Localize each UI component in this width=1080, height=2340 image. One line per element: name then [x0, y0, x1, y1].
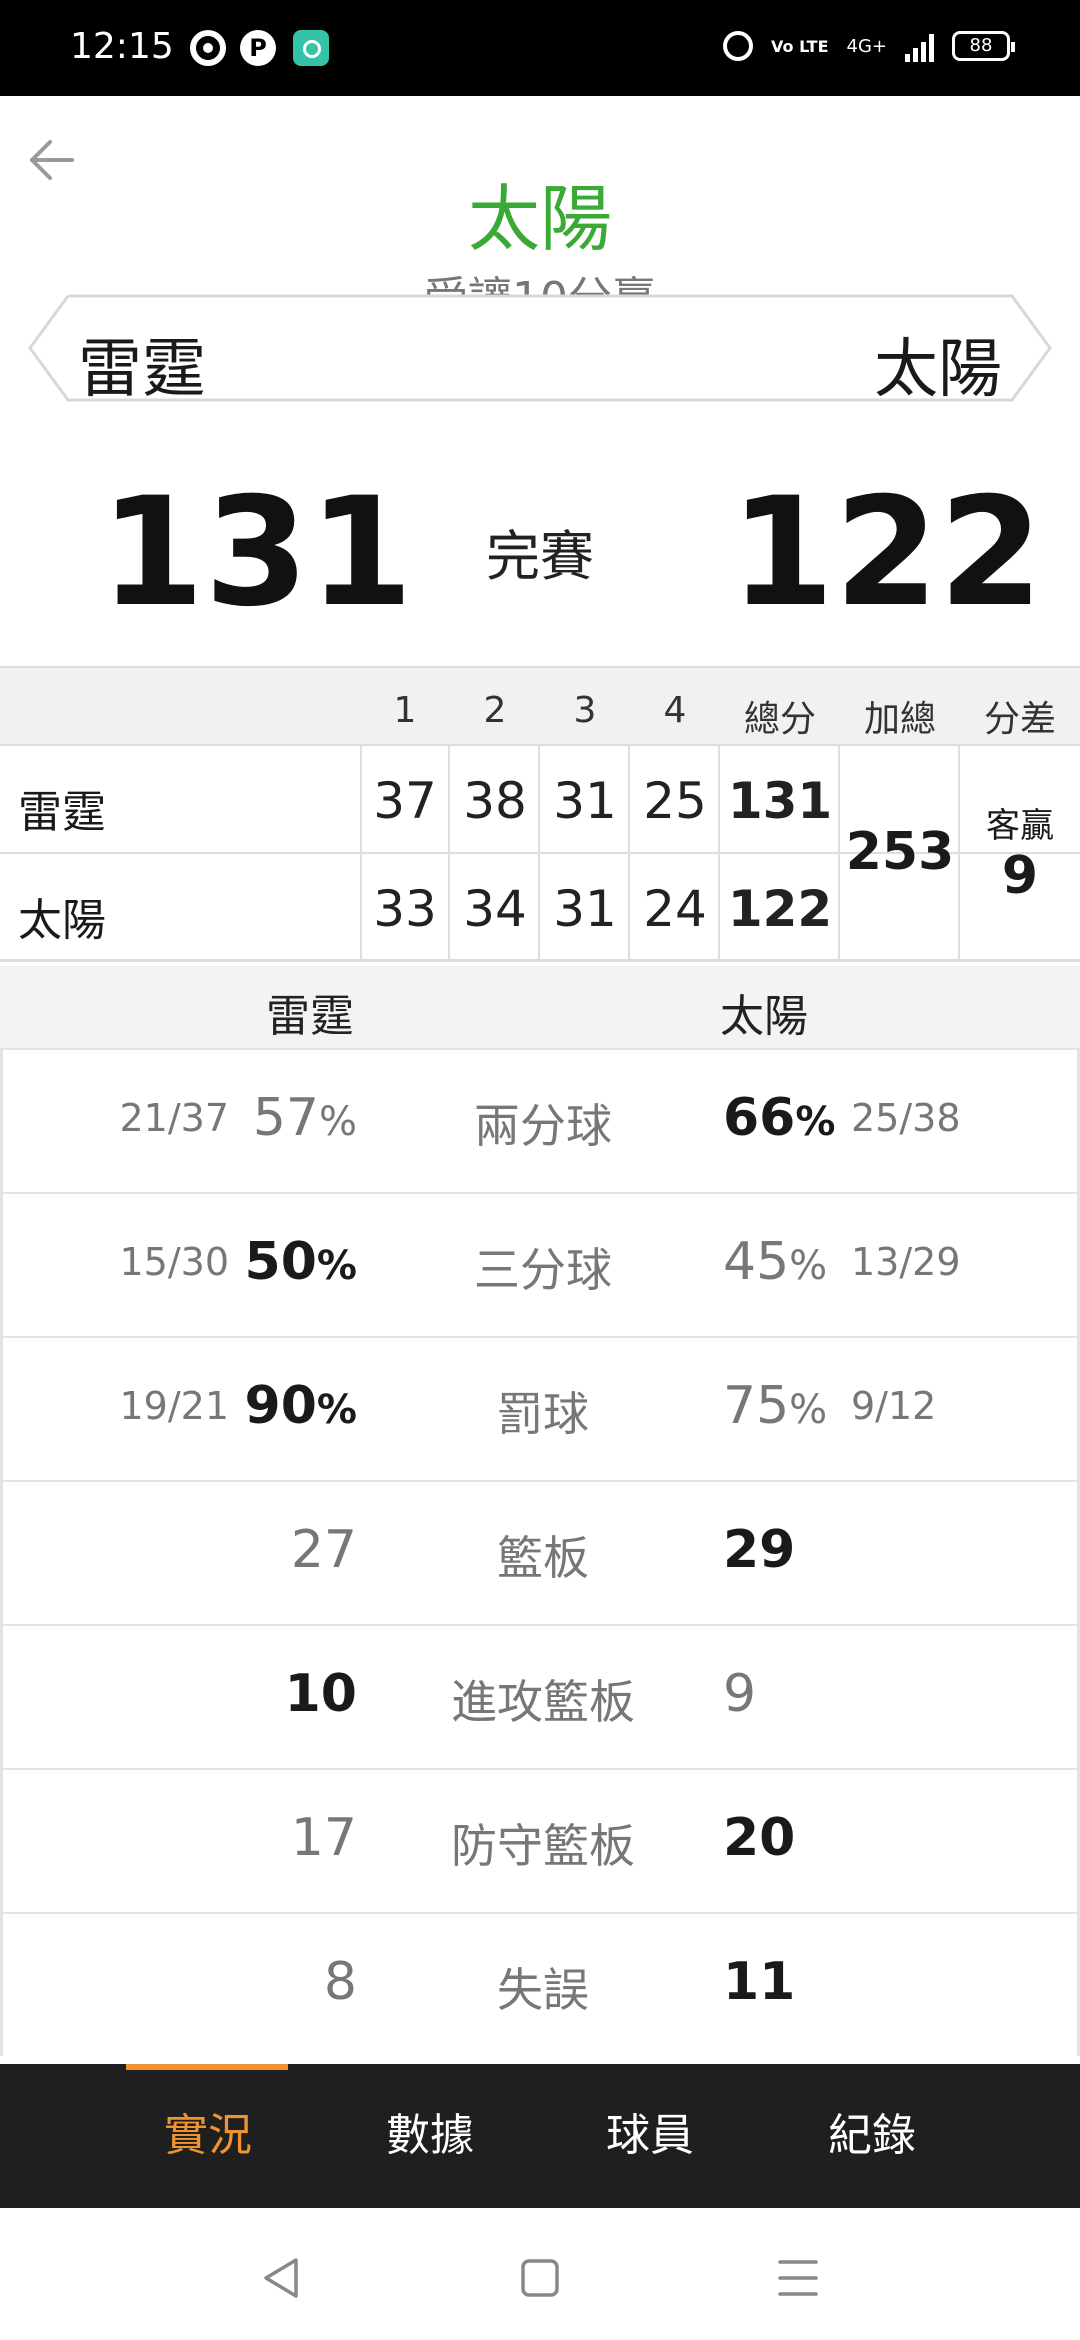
clock: 12:15 — [70, 26, 174, 67]
away-team-name[interactable]: 雷霆 — [78, 318, 206, 410]
nav-menu-icon[interactable] — [768, 2248, 828, 2308]
tab-stats[interactable]: 數據 — [320, 2064, 540, 2208]
header-q4: 4 — [663, 690, 687, 731]
row-total: 122 — [727, 880, 833, 938]
chrome-icon — [190, 30, 226, 66]
divider — [718, 746, 720, 962]
header-q1: 1 — [393, 690, 417, 731]
signal-icon — [905, 30, 934, 62]
header-diff: 分差 — [983, 699, 1056, 740]
chat-app-icon — [293, 30, 329, 66]
stats-right-team: 太陽 — [720, 991, 808, 1042]
row-q4: 24 — [643, 880, 707, 938]
stat-row-off-rebounds: 10 進攻籃板 9 — [0, 1624, 1080, 1768]
team-stats: 21/37 57% 兩分球 66% 25/38 15/30 50% 三分球 45… — [0, 1048, 1080, 2056]
stat-label: 失誤 — [497, 1963, 589, 2017]
diff-value: 9 — [1001, 846, 1039, 906]
right-fraction: 25/38 — [851, 1096, 961, 1140]
right-percent: 66% — [723, 1088, 836, 1148]
page: 12:15 P Vo LTE 4G+ 88 太陽 受讓10分贏 雷霆 太陽 13… — [0, 0, 1080, 2340]
alarm-icon — [723, 31, 754, 61]
row-q4: 25 — [643, 772, 707, 830]
tab-records[interactable]: 紀錄 — [762, 2064, 982, 2208]
header-combined: 加總 — [863, 699, 936, 740]
row-total: 131 — [727, 772, 833, 830]
stats-left-team: 雷霆 — [266, 991, 354, 1042]
stat-label: 進攻籃板 — [451, 1675, 635, 1729]
right-value: 11 — [723, 1952, 796, 2012]
stat-row-ft: 19/21 90% 罰球 75% 9/12 — [0, 1336, 1080, 1480]
stat-row-rebounds: 27 籃板 29 — [0, 1480, 1080, 1624]
tab-players[interactable]: 球員 — [540, 2064, 760, 2208]
row-q2: 34 — [463, 880, 527, 938]
status-bar: 12:15 P Vo LTE 4G+ 88 — [0, 0, 1080, 96]
home-team-name[interactable]: 太陽 — [874, 318, 1002, 410]
box-score-body: 雷霆 37 38 31 25 131 太陽 33 34 31 24 122 25… — [0, 744, 1080, 962]
divider — [448, 746, 450, 962]
row-q3: 31 — [553, 880, 617, 938]
network-type: 4G+ — [846, 35, 887, 57]
stat-label: 防守籃板 — [451, 1819, 635, 1873]
row-team: 雷霆 — [18, 787, 106, 838]
divider — [360, 746, 362, 962]
right-value: 20 — [723, 1808, 796, 1868]
combined-total: 253 — [845, 822, 955, 882]
volte-icon: Vo LTE — [771, 36, 829, 56]
header-q3: 3 — [573, 690, 597, 731]
stat-label: 籃板 — [497, 1531, 589, 1585]
right-percent: 45% — [723, 1232, 828, 1292]
tab-live[interactable]: 實況 — [98, 2064, 318, 2208]
divider — [628, 746, 630, 962]
diff-label: 客贏 — [986, 806, 1054, 846]
right-percent: 75% — [723, 1376, 828, 1436]
home-score: 122 — [730, 466, 1044, 640]
status-icons: Vo LTE 4G+ 88 — [723, 30, 1015, 62]
row-q1: 37 — [373, 772, 437, 830]
battery-icon: 88 — [952, 31, 1015, 61]
result-team: 太陽 — [467, 177, 612, 261]
divider — [538, 746, 540, 962]
team-stats-header: 雷霆 太陽 — [0, 966, 1080, 1048]
right-fraction: 9/12 — [851, 1384, 937, 1428]
system-nav-bar — [0, 2208, 1080, 2340]
right-fraction: 13/29 — [851, 1240, 961, 1284]
header-q2: 2 — [483, 690, 507, 731]
bottom-tab-bar: 實況 數據 球員 紀錄 — [0, 2064, 1080, 2208]
row-q3: 31 — [553, 772, 617, 830]
row-team: 太陽 — [18, 895, 106, 946]
right-value: 29 — [723, 1520, 796, 1580]
row-q2: 38 — [463, 772, 527, 830]
row-q1: 33 — [373, 880, 437, 938]
box-score-table: 1 2 3 4 總分 加總 分差 雷霆 37 38 31 25 131 太陽 3… — [0, 666, 1080, 962]
header-total: 總分 — [743, 699, 816, 740]
box-score-header: 1 2 3 4 總分 加總 分差 — [0, 666, 1080, 744]
right-value: 9 — [723, 1664, 757, 1724]
stat-row-2pt: 21/37 57% 兩分球 66% 25/38 — [0, 1048, 1080, 1192]
stat-row-def-rebounds: 17 防守籃板 20 — [0, 1768, 1080, 1912]
nav-back-icon[interactable] — [252, 2248, 312, 2308]
stat-row-turnovers: 8 失誤 11 — [0, 1912, 1080, 2056]
p-app-icon: P — [240, 30, 276, 66]
nav-home-icon[interactable] — [510, 2248, 570, 2308]
stat-row-3pt: 15/30 50% 三分球 45% 13/29 — [0, 1192, 1080, 1336]
